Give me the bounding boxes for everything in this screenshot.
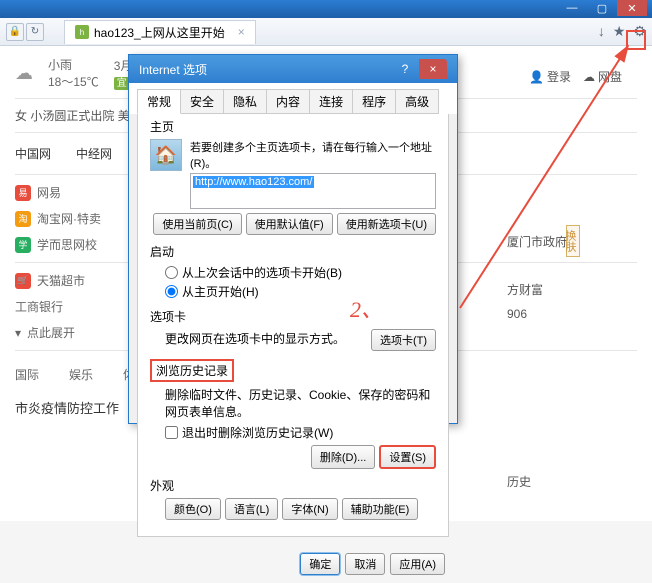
startup-homepage-radio[interactable]: 从主页开始(H) — [165, 283, 436, 300]
brand-icon: 学 — [15, 237, 31, 253]
startup-label: 启动 — [150, 243, 436, 260]
close-button[interactable]: ✕ — [617, 0, 647, 16]
use-current-button[interactable]: 使用当前页(C) — [153, 213, 241, 235]
lock-icon[interactable]: 🔒 — [6, 23, 24, 41]
tabs-desc: 更改网页在选项卡中的显示方式。 — [165, 330, 345, 347]
use-default-button[interactable]: 使用默认值(F) — [246, 213, 333, 235]
download-icon[interactable]: ↓ — [598, 23, 605, 40]
nav-link[interactable]: 娱乐 — [69, 366, 93, 383]
history-label: 浏览历史记录 — [150, 359, 234, 382]
ok-button[interactable]: 确定 — [300, 553, 340, 575]
apply-button[interactable]: 应用(A) — [390, 553, 445, 575]
right-text: 906 — [507, 302, 567, 326]
accessibility-button[interactable]: 辅助功能(E) — [342, 498, 419, 520]
appearance-label: 外观 — [150, 477, 436, 494]
annotation-gear-highlight — [626, 30, 646, 50]
homepage-label: 主页 — [150, 118, 436, 135]
tab-title: hao123_上网从这里开始 — [94, 24, 225, 41]
tab-general[interactable]: 常规 — [137, 89, 181, 114]
browser-toolbar: 🔒 ↻ h hao123_上网从这里开始 × ↓ ★ ⚙ — [0, 18, 652, 46]
cart-icon: 🛒 — [15, 273, 31, 289]
tabs-label: 选项卡 — [150, 308, 436, 325]
cancel-button[interactable]: 取消 — [345, 553, 385, 575]
minimize-button[interactable]: — — [557, 0, 587, 16]
tab-advanced[interactable]: 高级 — [395, 89, 439, 114]
tab-privacy[interactable]: 隐私 — [223, 89, 267, 114]
tab-content[interactable]: 内容 — [266, 89, 310, 114]
startup-last-session-radio[interactable]: 从上次会话中的选项卡开始(B) — [165, 264, 436, 281]
star-icon[interactable]: ★ — [613, 23, 626, 40]
brand-icon: 易 — [15, 185, 31, 201]
tabs-settings-button[interactable]: 选项卡(T) — [371, 329, 436, 351]
maximize-button[interactable]: ▢ — [587, 0, 617, 16]
history-desc: 删除临时文件、历史记录、Cookie、保存的密码和网页表单信息。 — [165, 386, 436, 420]
browser-tab[interactable]: h hao123_上网从这里开始 × — [64, 20, 256, 44]
weather-label: 小雨 — [48, 56, 99, 73]
fonts-button[interactable]: 字体(N) — [282, 498, 337, 520]
colors-button[interactable]: 颜色(O) — [165, 498, 221, 520]
right-link[interactable]: 方财富 — [507, 278, 567, 302]
window-title-bar: — ▢ ✕ — [0, 0, 652, 18]
tab-close-icon[interactable]: × — [238, 25, 245, 39]
refresh-button[interactable]: ↻ — [26, 23, 44, 41]
homepage-url-input[interactable]: http://www.hao123.com/ — [190, 173, 436, 209]
news-text[interactable]: 市炎疫情防控工作 — [15, 401, 119, 416]
right-column: 厦门市政府 方财富 906 历史 — [507, 230, 567, 494]
use-newtab-button[interactable]: 使用新选项卡(U) — [337, 213, 436, 235]
dialog-close-button[interactable]: × — [419, 59, 447, 79]
weather-temp: 18～15℃ — [48, 73, 99, 90]
cloud-link[interactable]: ☁ 网盘 — [583, 68, 622, 85]
right-link[interactable]: 历史 — [507, 470, 567, 494]
brand-icon: 淘 — [15, 211, 31, 227]
dialog-help-button[interactable]: ? — [391, 59, 419, 79]
dialog-title: Internet 选项 — [139, 61, 207, 78]
delete-on-exit-checkbox[interactable]: 退出时删除浏览历史记录(W) — [165, 424, 436, 441]
dialog-tabs: 常规 安全 隐私 内容 连接 程序 高级 — [129, 83, 457, 114]
homepage-desc: 若要创建多个主页选项卡，请在每行输入一个地址(R)。 — [190, 139, 436, 171]
nav-link[interactable]: 国际 — [15, 366, 39, 383]
nav-link[interactable]: 中经网 — [76, 145, 112, 162]
skin-tag[interactable]: 换肤 — [566, 225, 580, 257]
home-icon: 🏠 — [150, 139, 182, 171]
tab-connections[interactable]: 连接 — [309, 89, 353, 114]
nav-link[interactable]: 中国网 — [15, 145, 51, 162]
right-link[interactable]: 厦门市政府 — [507, 230, 567, 254]
internet-options-dialog: Internet 选项 ? × 常规 安全 隐私 内容 连接 程序 高级 主页 … — [128, 54, 458, 424]
delete-history-button[interactable]: 删除(D)... — [311, 445, 375, 469]
languages-button[interactable]: 语言(L) — [225, 498, 278, 520]
tab-programs[interactable]: 程序 — [352, 89, 396, 114]
history-settings-button[interactable]: 设置(S) — [379, 445, 436, 469]
annotation-number: 2、 — [350, 292, 383, 324]
tab-favicon: h — [75, 25, 89, 39]
dialog-title-bar[interactable]: Internet 选项 ? × — [129, 55, 457, 83]
weather-icon: ☁ — [15, 63, 33, 84]
login-link[interactable]: 👤 登录 — [529, 68, 571, 85]
tab-security[interactable]: 安全 — [180, 89, 224, 114]
